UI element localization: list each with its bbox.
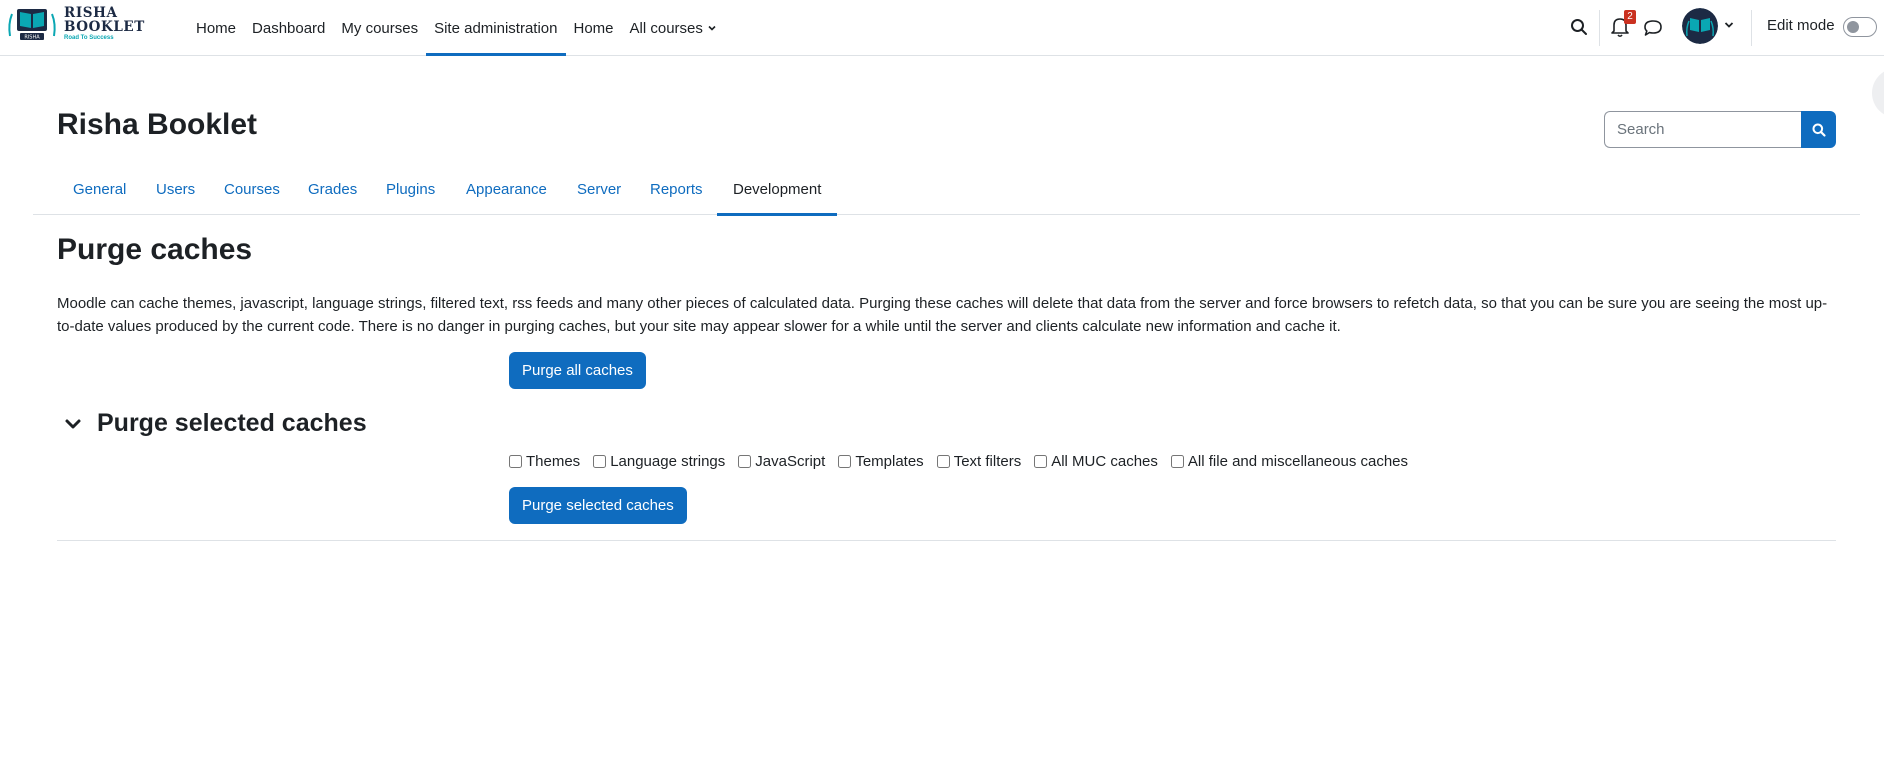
admin-search-form (1604, 111, 1836, 148)
edit-mode-label: Edit mode (1767, 17, 1835, 34)
admin-search-input[interactable] (1604, 111, 1801, 148)
checkbox-javascript-input[interactable] (738, 454, 752, 468)
tab-general[interactable]: General (73, 164, 126, 215)
purge-all-caches-button[interactable]: Purge all caches (509, 352, 646, 389)
user-menu-chevron-icon[interactable] (1722, 18, 1736, 32)
tab-server[interactable]: Server (577, 164, 621, 215)
book-emblem-icon: RISHA (8, 9, 56, 41)
navbar-divider-2 (1751, 10, 1752, 46)
nav-site-administration[interactable]: Site administration (426, 0, 566, 56)
checkbox-file-misc-caches-input[interactable] (1170, 454, 1184, 468)
section-title: Purge selected caches (97, 409, 367, 437)
checkbox-text-filters-input[interactable] (936, 454, 950, 468)
edit-mode-toggle[interactable] (1843, 17, 1877, 37)
tab-users[interactable]: Users (156, 164, 195, 215)
tab-reports[interactable]: Reports (650, 164, 703, 215)
search-icon (1812, 123, 1826, 137)
chevron-down-icon (65, 419, 81, 428)
tab-grades[interactable]: Grades (308, 164, 357, 215)
tab-courses[interactable]: Courses (224, 164, 280, 215)
search-icon[interactable] (1568, 16, 1590, 38)
user-avatar[interactable] (1682, 8, 1718, 44)
brand-name-line2: BOOKLET (64, 18, 145, 35)
page-heading: Purge caches (57, 233, 253, 266)
notification-count-badge: 2 (1624, 10, 1636, 24)
tab-appearance[interactable]: Appearance (466, 164, 547, 215)
block-drawer-toggle[interactable] (1872, 68, 1884, 118)
nav-home[interactable]: Home (188, 0, 244, 56)
brand-tagline: Road To Success (64, 35, 114, 41)
nav-all-courses-dropdown[interactable]: All courses (622, 0, 725, 56)
nav-my-courses[interactable]: My courses (333, 0, 426, 56)
checkbox-text-filters[interactable]: Text filters (936, 453, 1021, 470)
checkbox-language-strings-input[interactable] (593, 454, 607, 468)
purge-selected-caches-button[interactable]: Purge selected caches (509, 487, 687, 524)
section-divider (57, 540, 1836, 541)
tab-development[interactable]: Development (716, 164, 838, 216)
admin-secondary-navigation: General Users Courses Grades Plugins App… (33, 164, 1860, 216)
user-avatar-icon (1682, 8, 1718, 44)
chevron-down-icon (708, 25, 716, 31)
purge-selected-section-toggle[interactable]: Purge selected caches (62, 409, 367, 438)
nav-home-2[interactable]: Home (566, 0, 622, 56)
messages-icon[interactable] (1641, 16, 1665, 40)
navbar-divider (1599, 10, 1600, 46)
checkbox-language-strings[interactable]: Language strings (593, 453, 725, 470)
checkbox-templates[interactable]: Templates (838, 453, 924, 470)
tab-plugins[interactable]: Plugins (386, 164, 435, 215)
checkbox-themes[interactable]: Themes (509, 453, 580, 470)
checkbox-templates-input[interactable] (838, 454, 852, 468)
checkbox-file-misc-caches[interactable]: All file and miscellaneous caches (1170, 453, 1408, 470)
checkbox-muc-caches-input[interactable] (1034, 454, 1048, 468)
site-logo[interactable]: RISHA RISHA BOOKLET Road To Success (6, 6, 145, 42)
admin-search-button[interactable] (1801, 111, 1836, 148)
top-navbar: RISHA RISHA BOOKLET Road To Success Home… (0, 0, 1884, 56)
site-title: Risha Booklet (57, 108, 258, 141)
cache-type-checkboxes: Themes Language strings JavaScript Templ… (509, 451, 1421, 471)
primary-navigation: Home Dashboard My courses Site administr… (188, 0, 725, 56)
nav-dashboard[interactable]: Dashboard (244, 0, 333, 56)
purge-caches-description: Moodle can cache themes, javascript, lan… (57, 295, 1828, 335)
checkbox-muc-caches[interactable]: All MUC caches (1034, 453, 1158, 470)
checkbox-javascript[interactable]: JavaScript (738, 453, 825, 470)
svg-text:RISHA: RISHA (24, 35, 40, 41)
checkbox-themes-input[interactable] (509, 454, 522, 468)
